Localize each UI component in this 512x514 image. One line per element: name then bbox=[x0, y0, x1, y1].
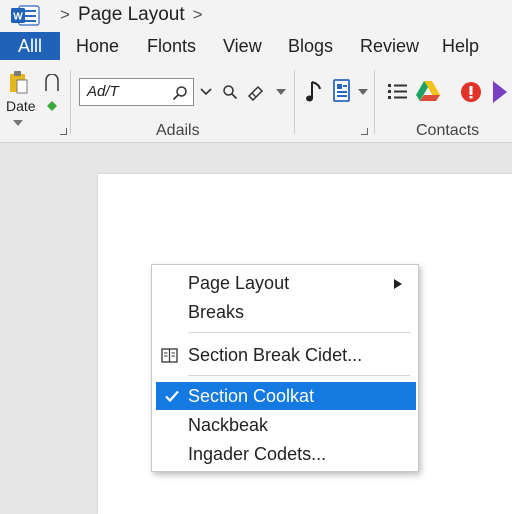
dropdown-arrow-icon[interactable] bbox=[358, 89, 368, 95]
chevron-down-icon[interactable] bbox=[200, 87, 212, 97]
tab-help[interactable]: Help bbox=[442, 34, 479, 58]
menu-item-label: Ingader Codets... bbox=[188, 444, 327, 464]
zoom-icon[interactable] bbox=[222, 84, 238, 100]
document-icon[interactable] bbox=[332, 78, 352, 104]
breadcrumb: > Page Layout > bbox=[60, 3, 203, 27]
word-icon[interactable]: W bbox=[10, 5, 40, 26]
chevron-down-icon[interactable] bbox=[13, 120, 23, 126]
group-divider bbox=[70, 70, 71, 134]
menu-item-label: Section Coolkat bbox=[188, 386, 315, 406]
svg-text:W: W bbox=[13, 12, 23, 23]
group-divider bbox=[374, 70, 375, 134]
ribbon: Date Ad/T Adails Contacts bbox=[0, 62, 512, 143]
tab-all[interactable]: Alll bbox=[0, 32, 60, 60]
dialog-launcher-icon[interactable] bbox=[60, 128, 67, 135]
diamond-icon[interactable] bbox=[46, 100, 58, 112]
tab-bar: Alll Hone Flonts View Blogs Review Help bbox=[0, 30, 512, 62]
menu-item-page-layout[interactable]: Page Layout bbox=[152, 269, 418, 297]
menu-separator bbox=[188, 375, 410, 376]
context-menu: Page Layout Breaks Section Break Cidet..… bbox=[151, 264, 419, 472]
menu-item-breaks[interactable]: Breaks bbox=[152, 298, 418, 326]
chevron-right-icon: > bbox=[192, 5, 203, 24]
submenu-arrow-icon bbox=[394, 279, 402, 289]
tab-view[interactable]: View bbox=[223, 34, 262, 58]
paste-icon[interactable] bbox=[8, 70, 28, 94]
date-label[interactable]: Date bbox=[6, 98, 36, 114]
checkmark-icon bbox=[165, 390, 179, 402]
section-icon bbox=[161, 348, 178, 363]
menu-item-section-break[interactable]: Section Break Cidet... bbox=[152, 341, 418, 369]
menu-item-label: Page Layout bbox=[188, 273, 290, 293]
tab-hone[interactable]: Hone bbox=[76, 34, 119, 58]
nexus-icon[interactable] bbox=[490, 79, 510, 105]
dialog-launcher-icon[interactable] bbox=[361, 128, 368, 135]
breadcrumb-current[interactable]: Page Layout bbox=[78, 4, 185, 26]
music-note-icon[interactable] bbox=[305, 79, 323, 103]
title-bar: W > Page Layout > bbox=[0, 0, 512, 30]
group-divider bbox=[294, 70, 295, 134]
notch-icon[interactable] bbox=[44, 74, 60, 92]
menu-item-ingader-codets[interactable]: Ingader Codets... bbox=[152, 440, 418, 468]
menu-item-section-coolkat[interactable]: Section Coolkat bbox=[156, 382, 416, 410]
tab-blogs[interactable]: Blogs bbox=[288, 34, 333, 58]
menu-separator bbox=[188, 332, 410, 333]
menu-item-nackbeak[interactable]: Nackbeak bbox=[152, 411, 418, 439]
font-combo[interactable]: Ad/T bbox=[79, 78, 194, 106]
dropdown-arrow-icon[interactable] bbox=[276, 89, 286, 95]
tab-flonts[interactable]: Flonts bbox=[147, 34, 196, 58]
drive-icon[interactable] bbox=[415, 79, 441, 103]
menu-item-label: Section Break Cidet... bbox=[188, 345, 363, 365]
menu-item-label: Nackbeak bbox=[188, 415, 269, 435]
font-combo-value: Ad/T bbox=[87, 83, 119, 100]
menu-item-label: Breaks bbox=[188, 302, 245, 322]
tab-review[interactable]: Review bbox=[360, 34, 419, 58]
stop-icon[interactable] bbox=[460, 81, 482, 103]
chevron-right-icon: > bbox=[60, 5, 70, 24]
group-label-contacts: Contacts bbox=[416, 122, 480, 139]
search-icon[interactable] bbox=[172, 85, 188, 101]
link-icon[interactable] bbox=[246, 83, 266, 101]
group-label-adails: Adails bbox=[156, 122, 200, 139]
list-icon[interactable] bbox=[387, 82, 409, 100]
